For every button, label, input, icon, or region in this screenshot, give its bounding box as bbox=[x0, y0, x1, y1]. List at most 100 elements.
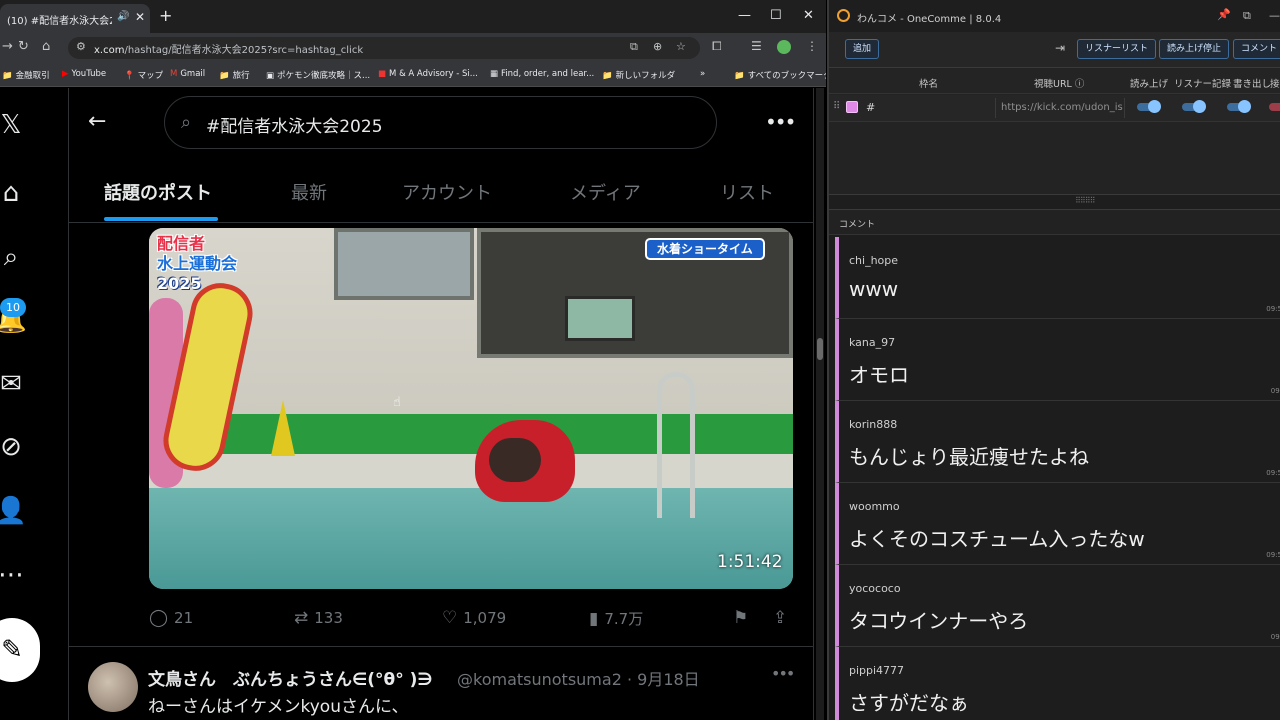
page-scrollbar[interactable] bbox=[816, 88, 824, 720]
minimize-icon[interactable]: — bbox=[738, 8, 751, 23]
bookmark-item[interactable]: 📁 旅行 bbox=[219, 69, 250, 81]
share-icon[interactable]: ⇪ bbox=[773, 608, 793, 628]
comment-item[interactable]: woommo よくそのコスチューム入ったなw 09:5 bbox=[835, 483, 1280, 565]
reload-icon[interactable]: ↻ bbox=[18, 39, 29, 54]
extensions-icon[interactable]: ⧠ bbox=[712, 39, 722, 54]
messages-icon[interactable]: ✉ bbox=[0, 367, 28, 401]
add-button[interactable]: 追加 bbox=[845, 39, 880, 59]
bookmarks-overflow[interactable]: » bbox=[700, 69, 705, 79]
explore-icon[interactable]: ⌕ bbox=[0, 240, 28, 274]
grok-icon[interactable]: ⊘ bbox=[0, 430, 28, 464]
pip-icon[interactable]: ⧉ bbox=[1243, 9, 1251, 23]
more-nav-icon[interactable]: ⋯ bbox=[0, 558, 28, 592]
frame-name[interactable]: # bbox=[866, 101, 875, 114]
browser-tab[interactable]: (10) #配信者水泳大会2025 🔊 ✕ bbox=[0, 4, 150, 33]
export-toggle[interactable] bbox=[1227, 100, 1251, 113]
comment-message: タコウインナーやろ bbox=[849, 609, 1029, 633]
comment-feed[interactable]: chi_hope www 09:5 kana_97 オモロ 09: korin8… bbox=[829, 235, 1280, 720]
forward-icon[interactable]: → bbox=[2, 39, 13, 54]
repost-button[interactable]: ⇄ 133 bbox=[294, 608, 343, 628]
stream-url-field[interactable]: https://kick.com/udon_is bbox=[995, 98, 1125, 118]
comment-user: yocococo bbox=[849, 582, 901, 595]
comments-header bbox=[829, 211, 1280, 235]
connect-toggle[interactable] bbox=[1269, 103, 1280, 111]
browser-window: (10) #配信者水泳大会2025 🔊 ✕ + — ☐ ✕ → ↻ ⌂ ⚙ x.… bbox=[0, 0, 826, 720]
search-input[interactable]: ⌕ #配信者水泳大会2025 bbox=[164, 96, 717, 149]
maximize-icon[interactable]: ☐ bbox=[770, 8, 782, 23]
bookmark-item[interactable]: M Gmail bbox=[170, 69, 205, 79]
more-options-icon[interactable]: ••• bbox=[765, 110, 796, 134]
views-button[interactable]: ▮ 7.7万 bbox=[589, 608, 643, 629]
col-listener: リスナー記録 bbox=[1174, 79, 1232, 90]
stop-reading-button[interactable]: 読み上げ停止 bbox=[1159, 39, 1230, 59]
post-more-icon[interactable]: ••• bbox=[771, 664, 795, 683]
event-logo: 配信者 水上運動会 2025 bbox=[157, 234, 238, 293]
grip-icon[interactable]: ⠿⠿⠿⠿ bbox=[1075, 196, 1095, 205]
bookmark-icon[interactable]: ⚑ bbox=[733, 608, 754, 628]
post-divider bbox=[69, 646, 813, 647]
login-icon[interactable]: ⇥ bbox=[1055, 41, 1065, 55]
close-tab-icon[interactable]: ✕ bbox=[135, 10, 145, 24]
menu-icon[interactable]: ⋮ bbox=[806, 39, 818, 53]
reply-button[interactable]: ◯ 21 bbox=[149, 608, 193, 628]
comment-item[interactable]: pippi4777 さすがだなぁ bbox=[835, 647, 1280, 720]
author-handle[interactable]: @komatsunotsuma2 · 9月18日 bbox=[457, 666, 700, 690]
author-name[interactable]: 文鳥さん ぶんちょうさん∈(°θ° )∋ bbox=[148, 665, 433, 690]
comment-item[interactable]: yocococo タコウインナーやろ 09: bbox=[835, 565, 1280, 647]
post-text: ねーさんはイケメンkyouさんに、 bbox=[148, 697, 409, 717]
comment-button[interactable]: コメント bbox=[1233, 39, 1280, 59]
comment-item[interactable]: kana_97 オモロ 09: bbox=[835, 319, 1280, 401]
comment-user: pippi4777 bbox=[849, 664, 905, 677]
minimize-icon[interactable]: — bbox=[1269, 9, 1280, 22]
like-button[interactable]: ♡ 1,079 bbox=[442, 608, 506, 628]
address-bar[interactable]: ⚙ x.com/hashtag/配信者水泳大会2025?src=hashtag_… bbox=[68, 37, 700, 59]
bookmark-item[interactable]: 📍 マップ bbox=[124, 69, 163, 81]
tab-lists[interactable]: リスト bbox=[720, 179, 774, 205]
col-read: 読み上げ bbox=[1130, 79, 1169, 90]
color-swatch[interactable] bbox=[846, 101, 858, 113]
profile-icon[interactable]: 👤 bbox=[0, 494, 28, 528]
listener-toggle[interactable] bbox=[1182, 100, 1206, 113]
install-icon[interactable]: ⧉ bbox=[630, 40, 638, 54]
panel-splitter[interactable] bbox=[829, 194, 1280, 210]
bookmark-item[interactable]: ■ M & A Advisory - Si... bbox=[378, 69, 478, 79]
home-icon[interactable]: ⌂ bbox=[42, 39, 50, 54]
listener-list-button[interactable]: リスナーリスト bbox=[1077, 39, 1157, 59]
zoom-icon[interactable]: ⊕ bbox=[653, 40, 662, 53]
media-icon[interactable]: ☰ bbox=[751, 39, 762, 53]
bookmark-item[interactable]: ▣ ポケモン徹底攻略｜ス... bbox=[266, 69, 370, 81]
bookmark-star-icon[interactable]: ☆ bbox=[676, 40, 686, 53]
bookmark-item[interactable]: ▦ Find, order, and lear... bbox=[490, 69, 594, 79]
speaker-icon[interactable]: 🔊 bbox=[117, 11, 129, 22]
bookmark-item[interactable]: ▶ YouTube bbox=[62, 69, 106, 79]
tab-top[interactable]: 話題のポスト bbox=[104, 179, 212, 205]
comment-item[interactable]: korin888 もんじょり最近痩せたよね 09:5 bbox=[835, 401, 1280, 483]
site-info-icon[interactable]: ⚙ bbox=[76, 40, 86, 53]
read-toggle[interactable] bbox=[1137, 100, 1161, 113]
profile-avatar[interactable] bbox=[777, 40, 791, 54]
video-player[interactable]: 配信者 水上運動会 2025 水着ショータイム ☝ 1:51:42 bbox=[149, 228, 793, 589]
comment-message: オモロ bbox=[849, 363, 909, 387]
new-tab-icon[interactable]: + bbox=[159, 6, 172, 25]
x-logo-icon[interactable]: 𝕏 bbox=[0, 108, 28, 142]
tab-latest[interactable]: 最新 bbox=[291, 179, 327, 205]
close-window-icon[interactable]: ✕ bbox=[803, 8, 814, 23]
tab-accounts[interactable]: アカウント bbox=[402, 179, 492, 205]
pin-icon[interactable]: 📌 bbox=[1217, 8, 1231, 21]
bookmark-item[interactable]: 📁 新しいフォルダ bbox=[602, 69, 675, 81]
all-bookmarks[interactable]: 📁 すべてのブックマーク bbox=[734, 69, 826, 81]
comment-user: woommo bbox=[849, 500, 900, 513]
scrollbar-thumb[interactable] bbox=[817, 338, 823, 360]
comment-item[interactable]: chi_hope www 09:5 bbox=[835, 237, 1280, 319]
reply-icon: ◯ bbox=[149, 608, 169, 628]
search-query: #配信者水泳大会2025 bbox=[206, 117, 383, 137]
drag-handle-icon[interactable]: ⠿ bbox=[833, 101, 840, 112]
comment-message: よくそのコスチューム入ったなw bbox=[849, 527, 1145, 551]
tab-title: (10) #配信者水泳大会2025 bbox=[7, 16, 112, 27]
home-nav-icon[interactable]: ⌂ bbox=[0, 176, 28, 210]
help-icon: ⓘ bbox=[1074, 79, 1085, 90]
back-arrow-icon[interactable]: ← bbox=[88, 109, 106, 134]
bookmark-item[interactable]: 📁 金融取引 bbox=[2, 69, 50, 81]
tab-media[interactable]: メディア bbox=[570, 179, 641, 205]
avatar[interactable] bbox=[88, 662, 138, 712]
